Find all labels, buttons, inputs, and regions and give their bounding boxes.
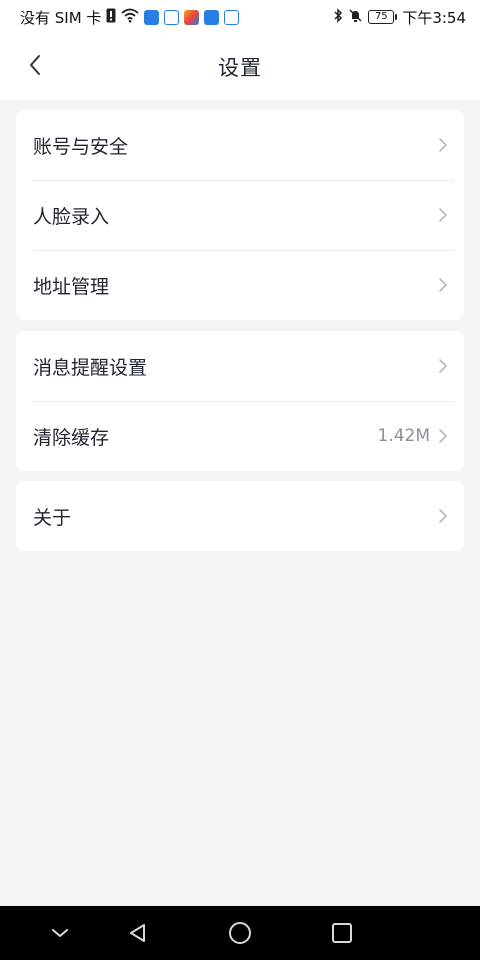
- clear-cache-row[interactable]: 清除缓存 1.42M: [16, 401, 464, 471]
- chevron-right-icon: [438, 428, 450, 444]
- status-right: 75 下午3:54: [333, 7, 466, 28]
- row-label: 消息提醒设置: [33, 356, 148, 379]
- sim-alert-icon: [106, 8, 116, 27]
- battery-level: 75: [374, 11, 388, 22]
- mute-bell-icon: [348, 8, 363, 27]
- baidu-paw-icon: [224, 9, 240, 25]
- home-circle-icon[interactable]: [227, 920, 253, 946]
- wifi-icon: [121, 8, 140, 27]
- recents-square-icon[interactable]: [329, 920, 355, 946]
- back-button[interactable]: [22, 54, 48, 80]
- status-left: 没有 SIM 卡: [20, 7, 240, 28]
- baidu-paw-icon: [164, 9, 180, 25]
- back-triangle-icon[interactable]: [125, 920, 151, 946]
- app-colorful-icon: [184, 9, 200, 25]
- account-security-row[interactable]: 账号与安全: [16, 110, 464, 180]
- chevron-left-icon: [28, 54, 42, 80]
- bluetooth-icon: [333, 7, 343, 27]
- settings-group-account: 账号与安全 人脸录入 地址管理: [16, 110, 464, 320]
- chevron-right-icon: [438, 508, 450, 524]
- row-label: 关于: [33, 506, 72, 529]
- carrier-text: 没有 SIM 卡: [20, 8, 102, 27]
- chevron-right-icon: [438, 137, 450, 153]
- chevron-right-icon: [438, 358, 450, 374]
- row-label: 清除缓存: [33, 426, 110, 449]
- chevron-right-icon: [438, 277, 450, 293]
- cloud-app-icon: [204, 9, 220, 25]
- system-nav-bar: [0, 906, 480, 960]
- app-notification-icon: [144, 9, 160, 25]
- row-label: 账号与安全: [33, 135, 129, 158]
- settings-group-about: 关于: [16, 481, 464, 551]
- clock-text: 下午3:54: [402, 8, 466, 27]
- face-enroll-row[interactable]: 人脸录入: [16, 180, 464, 250]
- row-label: 地址管理: [33, 275, 110, 298]
- page-title: 设置: [218, 56, 262, 80]
- cache-size-value: 1.42M: [377, 426, 430, 446]
- row-label: 人脸录入: [33, 205, 110, 228]
- status-bar: 没有 SIM 卡 75 下午3:54: [0, 0, 480, 34]
- app-header: 设置: [0, 34, 480, 100]
- notification-settings-row[interactable]: 消息提醒设置: [16, 331, 464, 401]
- battery-icon: 75: [368, 10, 398, 24]
- settings-group-app: 消息提醒设置 清除缓存 1.42M: [16, 331, 464, 471]
- chevron-right-icon: [438, 207, 450, 223]
- about-row[interactable]: 关于: [16, 481, 464, 551]
- collapse-down-icon[interactable]: [47, 920, 73, 946]
- address-management-row[interactable]: 地址管理: [16, 250, 464, 320]
